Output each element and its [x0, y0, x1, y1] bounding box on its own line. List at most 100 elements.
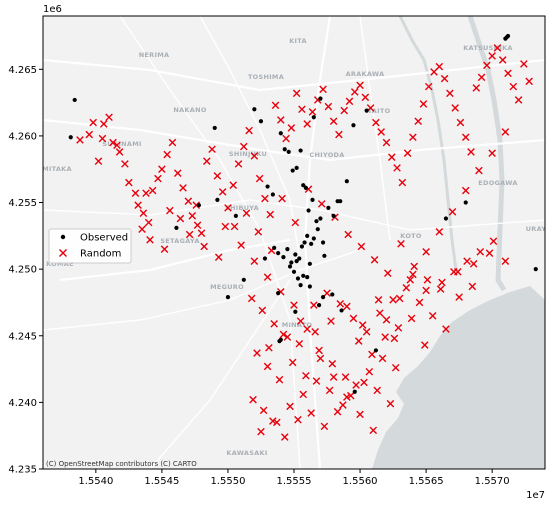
observed-point: [307, 261, 312, 266]
observed-point: [302, 240, 307, 245]
observed-point: [533, 267, 538, 272]
observed-point: [330, 292, 335, 297]
observed-point: [305, 275, 310, 280]
observed-point: [265, 184, 270, 189]
observed-point: [276, 291, 281, 296]
observed-point: [326, 205, 331, 210]
observed-point: [225, 295, 231, 300]
x-tick-label: 1.5545: [144, 476, 179, 487]
legend-label-random: Random: [80, 249, 121, 260]
observed-point: [258, 119, 264, 124]
observed-point: [351, 123, 356, 128]
basemap-label: EDOGAWA: [478, 179, 517, 187]
observed-point: [373, 348, 379, 353]
basemap-label: NERIMA: [139, 51, 170, 59]
observed-point: [215, 197, 220, 202]
observed-point: [241, 277, 246, 282]
observed-point: [270, 192, 275, 197]
observed-point: [331, 213, 336, 218]
y-tick-label: 4.260: [8, 131, 37, 142]
observed-point: [320, 240, 326, 245]
observed-point: [301, 273, 306, 278]
observed-point: [305, 233, 310, 238]
observed-point: [282, 147, 287, 152]
x-tick-label: 1.5560: [343, 476, 378, 487]
observed-point: [309, 241, 314, 246]
observed-point: [72, 97, 77, 103]
basemap-label: KATSUSHIKA: [463, 44, 513, 52]
observed-point: [318, 96, 323, 101]
legend: Observed Random: [48, 228, 132, 264]
observed-point: [294, 259, 299, 264]
observed-point: [463, 200, 468, 205]
observed-point: [364, 108, 369, 113]
observed-point: [298, 148, 303, 153]
observed-point: [306, 208, 311, 213]
basemap-label: ARAKAWA: [346, 70, 385, 78]
observed-point: [291, 269, 297, 274]
observed-point: [262, 256, 268, 261]
observed-point: [294, 165, 299, 170]
basemap-label: SUGINAMI: [102, 140, 141, 148]
observed-point: [335, 199, 340, 204]
observed-point: [196, 203, 201, 208]
basemap-label: URAY: [526, 225, 547, 233]
observed-point: [174, 225, 179, 230]
observed-point: [276, 251, 281, 256]
observed-point: [252, 107, 257, 112]
map-attribution: (C) OpenStreetMap contributors (C) CARTO: [46, 460, 197, 468]
x-tick-label: 1.5540: [78, 476, 113, 487]
y-tick-label: 4.245: [8, 331, 37, 342]
y-tick-label: 4.240: [8, 398, 37, 409]
observed-point: [322, 253, 327, 258]
x-tick-label: 1.5550: [210, 476, 245, 487]
figure: KITA NERIMA ARAKAWA KATSUSHIKA TOSHIMA NAKANO…: [0, 0, 552, 508]
basemap-label: KITA: [289, 37, 307, 45]
observed-point: [303, 185, 308, 190]
observed-point: [212, 125, 217, 131]
y-tick-label: 4.265: [8, 65, 37, 76]
legend-marker-observed: [60, 234, 66, 240]
observed-point: [68, 135, 73, 140]
basemap-label: SETAGAYA: [160, 237, 199, 245]
observed-point: [287, 264, 293, 269]
observed-point: [286, 149, 291, 154]
observed-point: [311, 236, 316, 241]
basemap-label: MITAKA: [42, 165, 72, 173]
observed-point: [318, 216, 323, 221]
observed-point: [233, 213, 238, 218]
x-offset-label: 1e7: [526, 490, 545, 501]
observed-point: [310, 197, 315, 202]
observed-point: [293, 309, 298, 314]
basemap-label: MEGURO: [210, 283, 244, 291]
legend-label-observed: Observed: [80, 233, 128, 244]
observed-point: [317, 303, 322, 308]
basemap-label: CHIYODA: [309, 151, 344, 159]
observed-point: [352, 389, 357, 394]
observed-point: [277, 338, 282, 344]
basemap-label: KAWASAKI: [226, 449, 267, 457]
observed-point: [344, 179, 349, 184]
observed-point: [315, 227, 320, 232]
observed-point: [314, 219, 319, 224]
x-tick-label: 1.5570: [475, 476, 510, 487]
basemap-label: TOSHIMA: [248, 73, 284, 81]
observed-point: [278, 131, 283, 136]
observed-point: [281, 255, 286, 260]
observed-point: [290, 168, 295, 173]
observed-point: [298, 283, 303, 288]
observed-point: [272, 245, 277, 250]
observed-point: [307, 284, 312, 289]
basemap-label: KOTO: [400, 232, 422, 240]
y-tick-label: 4.250: [8, 265, 37, 276]
observed-point: [295, 276, 301, 281]
observed-point: [505, 33, 511, 39]
basemap-label: SHINJUKU: [229, 150, 267, 158]
observed-point: [285, 247, 290, 252]
x-tick-label: 1.5555: [277, 476, 312, 487]
observed-point: [289, 260, 294, 265]
axes: KITA NERIMA ARAKAWA KATSUSHIKA TOSHIMA NAKANO…: [8, 4, 546, 501]
observed-point: [320, 295, 326, 300]
observed-point: [293, 252, 298, 257]
observed-point: [299, 244, 305, 249]
